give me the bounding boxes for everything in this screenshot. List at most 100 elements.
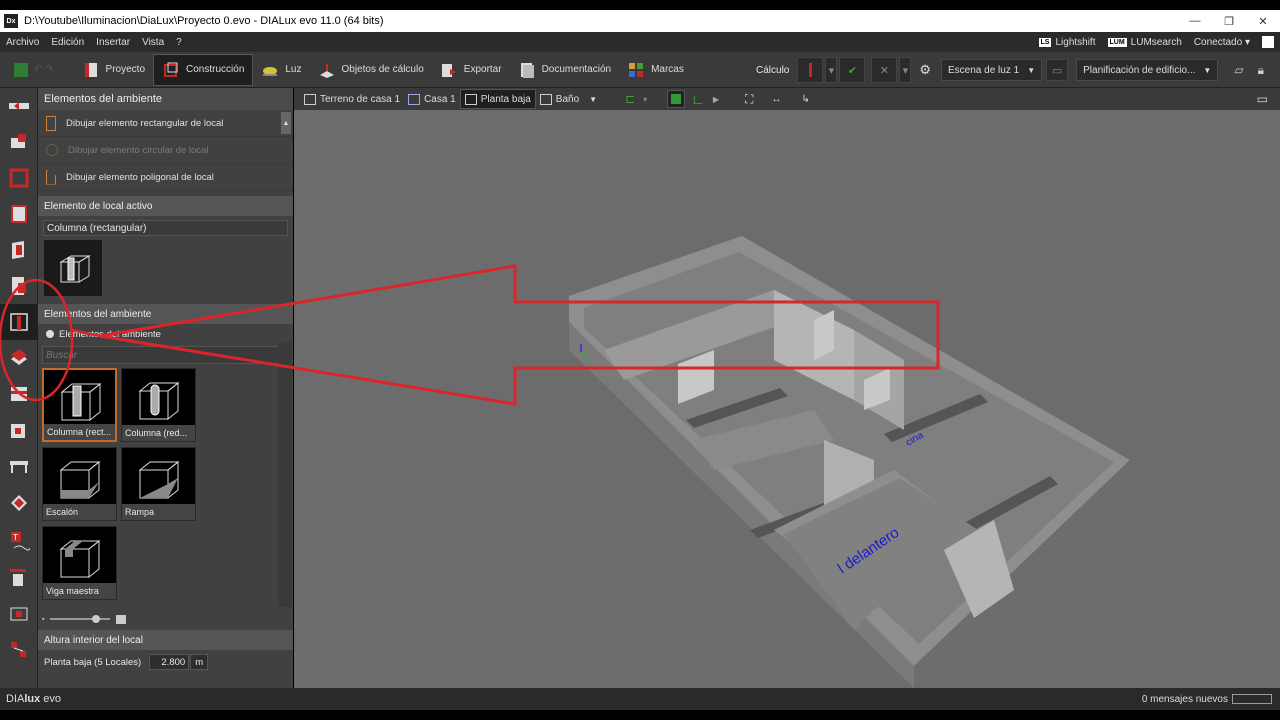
elements-radio-label: Elementos del ambiente	[59, 328, 161, 340]
undo-redo-icon[interactable]: ↶ ↷	[34, 64, 54, 75]
app-icon: Dx	[4, 14, 18, 28]
draw-circle-element[interactable]: Dibujar elemento circular de local	[38, 137, 293, 164]
messages-count[interactable]: 0 mensajes nuevos	[1142, 694, 1228, 705]
light-scene-select[interactable]: Escena de luz 1 ▼	[941, 59, 1043, 81]
chevron-right-icon[interactable]: ▶	[713, 95, 719, 104]
placement-tool-icon[interactable]	[0, 632, 38, 668]
calc-check-icon[interactable]: ✔	[839, 57, 866, 83]
tab-construccion[interactable]: Construcción	[153, 53, 254, 86]
floor-view-icon[interactable]: ∟	[691, 91, 705, 107]
tab-documentacion[interactable]: Documentación	[510, 54, 619, 86]
calc-cancel-icon[interactable]: ✕	[871, 57, 898, 83]
door-tool-icon[interactable]	[0, 268, 38, 304]
calc-dropdown-icon[interactable]: ▾	[825, 57, 838, 83]
light-scene-value: Escena de luz 1	[948, 64, 1020, 76]
settings-gear-icon[interactable]: ⚙	[919, 62, 931, 78]
dimension-icon[interactable]: ↳	[801, 94, 809, 105]
side-panel: Elementos del ambiente Dibujar elemento …	[38, 88, 293, 688]
site-tool-icon[interactable]	[0, 88, 38, 124]
status-bar: DIAlux evo 0 mensajes nuevos	[0, 688, 1280, 710]
elements-scrollbar[interactable]	[278, 342, 292, 607]
floor-tool-icon[interactable]	[0, 160, 38, 196]
tab-exportar[interactable]: Exportar	[432, 54, 510, 86]
tile-column-rect[interactable]: Columna (rect...	[42, 368, 117, 442]
selection-mode-icon[interactable]: ⊏	[625, 92, 635, 106]
room-elements-tool-icon[interactable]	[0, 304, 38, 340]
tile-ramp[interactable]: Rampa	[121, 447, 196, 521]
draw-list-scroll-up-icon[interactable]: ▲	[281, 112, 291, 134]
search-input[interactable]	[43, 349, 223, 361]
house-icon	[408, 93, 421, 105]
tile-label: Rampa	[122, 504, 195, 520]
measure-distance-icon[interactable]: ↔	[771, 94, 781, 105]
text-tool-icon[interactable]: T	[0, 524, 38, 560]
active-element-preview	[44, 240, 102, 296]
elements-radio[interactable]: Elementos del ambiente	[38, 324, 293, 344]
export-icon	[441, 63, 456, 77]
tile-label: Columna (rect...	[44, 424, 115, 440]
draw-polygon-element[interactable]: Dibujar elemento poligonal de local	[38, 164, 293, 191]
material-tool-icon[interactable]	[0, 484, 38, 520]
search-field[interactable]: ⌕	[42, 346, 289, 364]
active-element-header: Elemento de local activo	[38, 196, 293, 216]
calc-start-button[interactable]	[797, 57, 824, 83]
crumb-planta-baja[interactable]: Planta baja	[459, 89, 536, 109]
tab-proyecto-label: Proyecto	[105, 64, 146, 75]
project-icon	[84, 62, 97, 77]
room-tool-icon[interactable]	[0, 196, 38, 232]
crumb-terreno[interactable]: Terreno de casa 1	[300, 89, 404, 109]
lightshift-link[interactable]: Lightshift	[1055, 37, 1095, 48]
draw-rect-element[interactable]: Dibujar elemento rectangular de local	[38, 110, 293, 137]
3d-viewport[interactable]: Terreno de casa 1 Casa 1 Planta baja Bañ…	[294, 88, 1280, 688]
monitor-icon[interactable]: ▭	[1257, 92, 1268, 106]
maximize-icon[interactable]: ❐	[1212, 10, 1246, 32]
menu-insertar[interactable]: Insertar	[90, 37, 136, 48]
cut-tool-icon[interactable]	[0, 376, 38, 412]
building-planning-select[interactable]: Planificación de edificio... ▼	[1076, 59, 1219, 81]
connection-status[interactable]: Conectado ▾	[1194, 37, 1250, 48]
save-icon[interactable]	[14, 62, 28, 77]
wall-tool-icon[interactable]	[0, 232, 38, 268]
large-size-icon	[116, 614, 127, 624]
tile-column-round[interactable]: Columna (red...	[121, 368, 196, 442]
solid-view-icon[interactable]	[667, 90, 686, 108]
lock-icon[interactable]: 🔒︎	[1258, 63, 1264, 78]
building-tool-icon[interactable]	[0, 124, 38, 160]
zoom-extents-icon[interactable]: ⛶	[745, 92, 753, 107]
furniture-tool-icon[interactable]	[0, 448, 38, 484]
tab-objetos[interactable]: Objetos de cálculo	[310, 54, 432, 86]
menu-edicion[interactable]: Edición	[45, 37, 90, 48]
menu-archivo[interactable]: Archivo	[0, 37, 45, 48]
account-icon[interactable]	[1262, 36, 1274, 48]
floor-icon	[464, 93, 477, 105]
main-toolbar: ↶ ↷ Proyecto Construcción Luz Objetos de…	[0, 52, 1280, 88]
tab-marcas[interactable]: Marcas	[619, 54, 692, 86]
height-input[interactable]: 2.800	[149, 654, 190, 670]
scene-edit-icon[interactable]: ▭	[1046, 59, 1069, 81]
object-tool-icon[interactable]	[0, 412, 38, 448]
ceiling-tool-icon[interactable]	[0, 340, 38, 376]
tab-luz[interactable]: Luz	[253, 54, 309, 86]
tile-step[interactable]: Escalón	[42, 447, 117, 521]
tile-beam[interactable]: Viga maestra	[42, 526, 117, 600]
crumb-bano[interactable]: Baño ▼	[536, 89, 601, 109]
floor-plan-icon[interactable]: ▱	[1234, 63, 1243, 77]
minimize-icon[interactable]: —	[1178, 10, 1212, 32]
step-icon	[59, 460, 101, 500]
size-slider[interactable]: ▪	[42, 612, 290, 626]
cancel-dropdown-icon[interactable]: ▾	[899, 57, 912, 83]
height-row: Planta baja (5 Locales) 2.800 m	[38, 650, 293, 674]
menu-help[interactable]: ?	[170, 37, 188, 48]
crumb-casa[interactable]: Casa 1	[404, 89, 460, 109]
logo-evo: evo	[40, 693, 62, 705]
lumsearch-link[interactable]: LUMsearch	[1131, 37, 1182, 48]
slider-track[interactable]	[50, 615, 111, 623]
slider-thumb[interactable]	[92, 615, 101, 623]
measure-tool-icon[interactable]	[0, 560, 38, 596]
menu-vista[interactable]: Vista	[136, 37, 170, 48]
close-icon[interactable]: ✕	[1246, 10, 1280, 32]
chevron-down-icon[interactable]: ▾	[643, 95, 647, 104]
circle-icon	[46, 144, 58, 156]
tab-proyecto[interactable]: Proyecto	[74, 54, 153, 86]
align-tool-icon[interactable]	[0, 596, 38, 632]
